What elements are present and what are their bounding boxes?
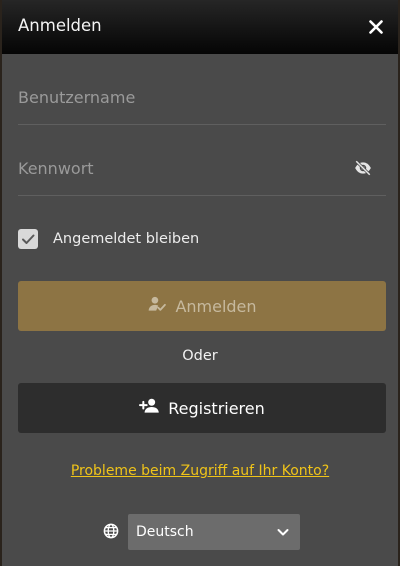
globe-icon — [103, 523, 119, 539]
dialog-title: Anmelden — [18, 16, 102, 35]
eye-off-icon[interactable] — [354, 159, 372, 177]
login-dialog: Anmelden Angemeldet bleiben — [2, 0, 398, 566]
account-help-link[interactable]: Probleme beim Zugriff auf Ihr Konto? — [2, 461, 398, 481]
password-field — [18, 143, 386, 196]
language-select[interactable]: Deutsch — [128, 514, 300, 550]
user-plus-icon — [139, 396, 161, 420]
login-button-label: Anmelden — [175, 296, 257, 316]
login-button[interactable]: Anmelden — [18, 281, 386, 331]
separator-text: Oder — [182, 348, 218, 364]
remember-me-checkbox[interactable] — [18, 229, 38, 249]
username-field — [18, 72, 386, 125]
register-button[interactable]: Registrieren — [18, 383, 386, 433]
user-check-icon — [147, 294, 167, 318]
remember-me-label: Angemeldet bleiben — [53, 231, 200, 247]
username-input[interactable] — [18, 72, 348, 122]
close-icon[interactable] — [364, 15, 388, 39]
register-button-label: Registrieren — [168, 398, 265, 418]
chevron-down-icon — [276, 524, 290, 538]
dialog-header: Anmelden — [2, 0, 398, 54]
password-input[interactable] — [18, 143, 348, 193]
language-select-value: Deutsch — [136, 524, 194, 540]
